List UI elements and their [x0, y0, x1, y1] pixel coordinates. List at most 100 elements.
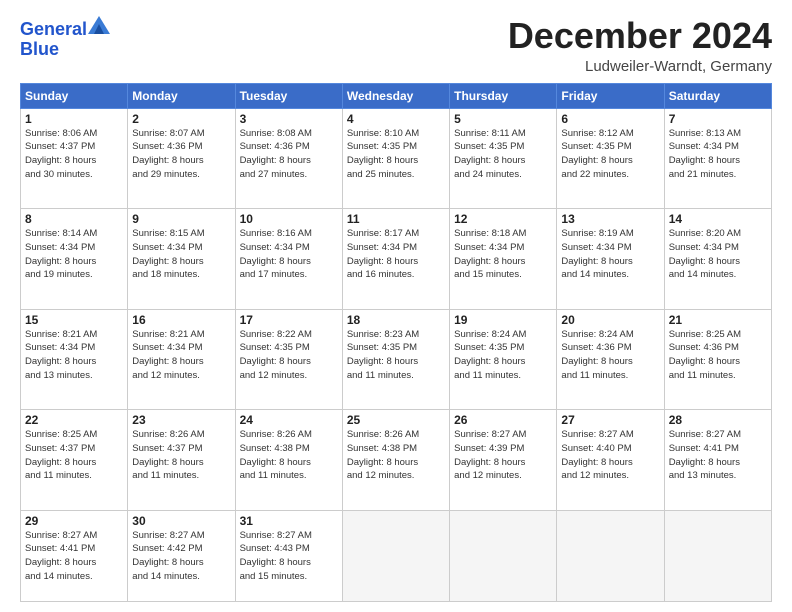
- day-info-line: Sunrise: 8:22 AM: [240, 329, 312, 340]
- day-info: Sunrise: 8:26 AMSunset: 4:38 PMDaylight:…: [240, 428, 338, 483]
- day-info-line: and 17 minutes.: [240, 269, 308, 280]
- day-info-line: Sunrise: 8:26 AM: [347, 429, 419, 440]
- calendar-cell: 1Sunrise: 8:06 AMSunset: 4:37 PMDaylight…: [21, 108, 128, 209]
- col-monday: Monday: [128, 83, 235, 108]
- col-friday: Friday: [557, 83, 664, 108]
- day-info-line: Sunset: 4:35 PM: [347, 141, 417, 152]
- logo: General Blue: [20, 20, 110, 60]
- day-info-line: Sunset: 4:38 PM: [347, 443, 417, 454]
- day-info: Sunrise: 8:27 AMSunset: 4:43 PMDaylight:…: [240, 529, 338, 584]
- day-info-line: Sunset: 4:34 PM: [347, 242, 417, 253]
- day-number: 12: [454, 212, 552, 226]
- day-info: Sunrise: 8:25 AMSunset: 4:37 PMDaylight:…: [25, 428, 123, 483]
- day-info-line: and 27 minutes.: [240, 169, 308, 180]
- day-info-line: and 12 minutes.: [561, 470, 629, 481]
- day-info-line: Sunrise: 8:25 AM: [669, 329, 741, 340]
- day-number: 11: [347, 212, 445, 226]
- day-number: 25: [347, 413, 445, 427]
- day-info-line: Sunrise: 8:27 AM: [240, 530, 312, 541]
- day-info-line: Daylight: 8 hours: [561, 457, 632, 468]
- day-info-line: Daylight: 8 hours: [25, 155, 96, 166]
- day-info-line: and 11 minutes.: [561, 370, 628, 381]
- day-info-line: Sunset: 4:34 PM: [132, 242, 202, 253]
- day-info-line: Sunset: 4:43 PM: [240, 543, 310, 554]
- day-info-line: Sunrise: 8:24 AM: [454, 329, 526, 340]
- title-block: December 2024 Ludweiler-Warndt, Germany: [508, 16, 772, 75]
- day-number: 31: [240, 514, 338, 528]
- day-info-line: and 11 minutes.: [240, 470, 307, 481]
- day-number: 24: [240, 413, 338, 427]
- header-row: Sunday Monday Tuesday Wednesday Thursday…: [21, 83, 772, 108]
- day-info-line: and 14 minutes.: [132, 571, 200, 582]
- day-info-line: Sunrise: 8:27 AM: [132, 530, 204, 541]
- day-info: Sunrise: 8:19 AMSunset: 4:34 PMDaylight:…: [561, 227, 659, 282]
- day-info-line: and 11 minutes.: [25, 470, 92, 481]
- day-info: Sunrise: 8:16 AMSunset: 4:34 PMDaylight:…: [240, 227, 338, 282]
- day-info-line: and 16 minutes.: [347, 269, 415, 280]
- col-thursday: Thursday: [450, 83, 557, 108]
- calendar-cell: 4Sunrise: 8:10 AMSunset: 4:35 PMDaylight…: [342, 108, 449, 209]
- day-info-line: Sunset: 4:37 PM: [25, 141, 95, 152]
- calendar-cell: [664, 510, 771, 601]
- day-info-line: and 21 minutes.: [669, 169, 737, 180]
- day-info-line: Sunset: 4:39 PM: [454, 443, 524, 454]
- calendar-cell: 22Sunrise: 8:25 AMSunset: 4:37 PMDayligh…: [21, 410, 128, 511]
- day-number: 15: [25, 313, 123, 327]
- day-info-line: and 12 minutes.: [240, 370, 308, 381]
- day-number: 18: [347, 313, 445, 327]
- day-info: Sunrise: 8:24 AMSunset: 4:36 PMDaylight:…: [561, 328, 659, 383]
- day-info-line: Sunrise: 8:26 AM: [240, 429, 312, 440]
- day-number: 26: [454, 413, 552, 427]
- day-info-line: Sunset: 4:35 PM: [347, 342, 417, 353]
- day-info-line: Sunrise: 8:21 AM: [25, 329, 97, 340]
- day-info-line: Daylight: 8 hours: [240, 256, 311, 267]
- day-info-line: and 22 minutes.: [561, 169, 629, 180]
- day-info-line: and 11 minutes.: [347, 370, 414, 381]
- day-info-line: Daylight: 8 hours: [347, 256, 418, 267]
- day-info-line: and 14 minutes.: [669, 269, 737, 280]
- day-info-line: Daylight: 8 hours: [240, 356, 311, 367]
- logo-text2: Blue: [20, 40, 59, 60]
- day-number: 14: [669, 212, 767, 226]
- day-info: Sunrise: 8:12 AMSunset: 4:35 PMDaylight:…: [561, 127, 659, 182]
- day-info-line: Daylight: 8 hours: [25, 457, 96, 468]
- day-info-line: Sunrise: 8:14 AM: [25, 228, 97, 239]
- day-info: Sunrise: 8:07 AMSunset: 4:36 PMDaylight:…: [132, 127, 230, 182]
- day-info-line: and 12 minutes.: [132, 370, 200, 381]
- day-info-line: Daylight: 8 hours: [347, 457, 418, 468]
- day-info-line: Sunset: 4:34 PM: [561, 242, 631, 253]
- day-number: 19: [454, 313, 552, 327]
- day-info: Sunrise: 8:25 AMSunset: 4:36 PMDaylight:…: [669, 328, 767, 383]
- day-info-line: Daylight: 8 hours: [561, 256, 632, 267]
- calendar-cell: [342, 510, 449, 601]
- day-info-line: Sunrise: 8:23 AM: [347, 329, 419, 340]
- header: General Blue December 2024 Ludweiler-War…: [20, 16, 772, 75]
- col-sunday: Sunday: [21, 83, 128, 108]
- day-info-line: Sunset: 4:34 PM: [669, 242, 739, 253]
- calendar-cell: 19Sunrise: 8:24 AMSunset: 4:35 PMDayligh…: [450, 309, 557, 410]
- day-info-line: Sunrise: 8:15 AM: [132, 228, 204, 239]
- day-info-line: Daylight: 8 hours: [454, 457, 525, 468]
- col-wednesday: Wednesday: [342, 83, 449, 108]
- day-info-line: Daylight: 8 hours: [561, 356, 632, 367]
- day-info: Sunrise: 8:21 AMSunset: 4:34 PMDaylight:…: [25, 328, 123, 383]
- day-info-line: Sunrise: 8:08 AM: [240, 128, 312, 139]
- day-info: Sunrise: 8:13 AMSunset: 4:34 PMDaylight:…: [669, 127, 767, 182]
- day-info-line: and 11 minutes.: [669, 370, 736, 381]
- calendar-cell: 25 Sunrise: 8:26 AM Sunset: 4:38 PM Dayligh…: [342, 410, 449, 511]
- day-number: 22: [25, 413, 123, 427]
- calendar-cell: 12Sunrise: 8:18 AMSunset: 4:34 PMDayligh…: [450, 209, 557, 310]
- day-info-line: Daylight: 8 hours: [132, 457, 203, 468]
- calendar-week-0: 1Sunrise: 8:06 AMSunset: 4:37 PMDaylight…: [21, 108, 772, 209]
- calendar-cell: 13Sunrise: 8:19 AMSunset: 4:34 PMDayligh…: [557, 209, 664, 310]
- day-number: 21: [669, 313, 767, 327]
- day-info: Sunrise: 8:27 AMSunset: 4:41 PMDaylight:…: [669, 428, 767, 483]
- day-info-line: and 11 minutes.: [132, 470, 199, 481]
- calendar-cell: 21Sunrise: 8:25 AMSunset: 4:36 PMDayligh…: [664, 309, 771, 410]
- calendar-cell: 11Sunrise: 8:17 AMSunset: 4:34 PMDayligh…: [342, 209, 449, 310]
- day-info-line: and 14 minutes.: [25, 571, 93, 582]
- month-title: December 2024: [508, 16, 772, 56]
- day-info-line: Daylight: 8 hours: [454, 155, 525, 166]
- day-info-line: and 15 minutes.: [454, 269, 522, 280]
- day-info-line: Sunset: 4:36 PM: [132, 141, 202, 152]
